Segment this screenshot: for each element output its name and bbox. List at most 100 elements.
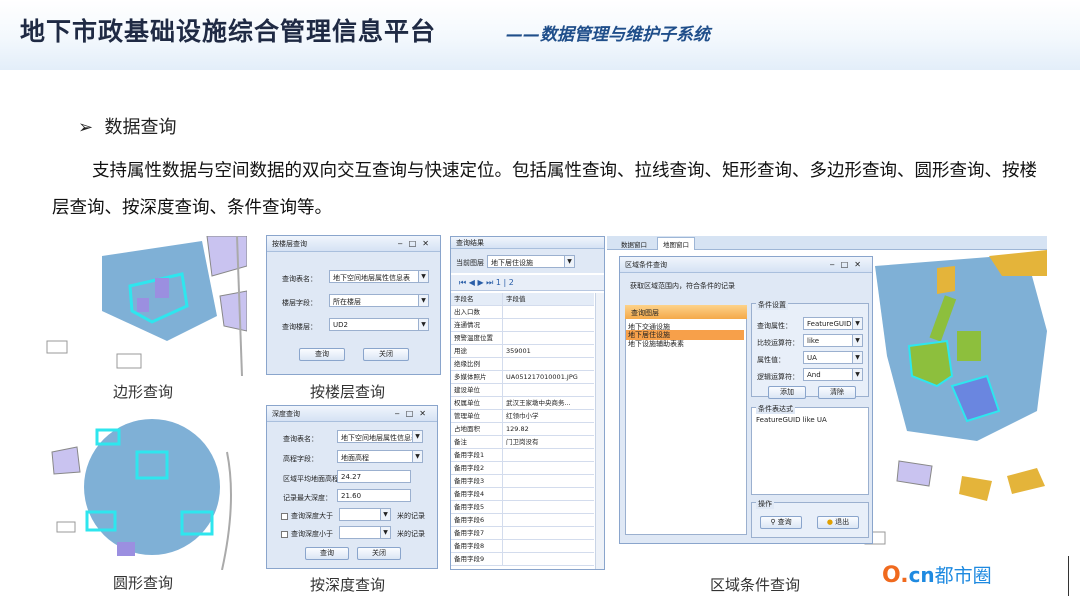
exit-button[interactable]: ● 退出 [817, 516, 859, 529]
field-name-cell: 备用字段8 [451, 540, 503, 552]
table-row[interactable]: 备用字段2 [451, 462, 594, 475]
field-name-cell: 连通情况 [451, 319, 503, 331]
conditions-label: 条件设置 [756, 300, 788, 310]
query-button[interactable]: 查询 [299, 348, 345, 361]
field-name-cell: 建设单位 [451, 384, 503, 396]
max-depth-input[interactable]: 21.60 [337, 489, 411, 502]
table-row[interactable]: 备用字段5 [451, 501, 594, 514]
field-value-cell: UA051217010001.JPG [506, 373, 578, 381]
close-button[interactable]: 关闭 [363, 348, 409, 361]
table-row[interactable]: 管理单位 红领巾小学 [451, 410, 594, 423]
table-row[interactable]: 备用字段3 [451, 475, 594, 488]
query-button[interactable]: ⚲ 查询 [760, 516, 802, 529]
pager[interactable]: ⏮ ◀ ▶ ⏭ 1 | 2 [459, 278, 514, 288]
header-banner: 地下市政基础设施综合管理信息平台 ——数据管理与维护子系统 [0, 0, 1080, 70]
checkbox[interactable] [281, 512, 288, 520]
close-button[interactable]: 关闭 [357, 547, 401, 560]
field-label: 查询属性： [757, 322, 792, 330]
field-value-cell [503, 501, 594, 513]
table-row[interactable]: 建设单位 [451, 384, 594, 397]
table-row[interactable]: 连通情况 [451, 319, 594, 332]
region-query-window: 数据窗口 地图窗口 区域条件查询 ‒□✕ 获取区域范围内，符合条件的记录 查询图层… [607, 236, 1047, 570]
operations-label: 操作 [756, 499, 774, 509]
window-controls-icon[interactable]: ‒□✕ [395, 409, 432, 418]
field-value-cell: 门卫岗没有 [506, 438, 539, 446]
window-controls-icon[interactable]: ‒□✕ [398, 239, 435, 248]
depth-less-checkbox[interactable]: 查询深度小于 [281, 529, 333, 539]
chevron-down-icon[interactable]: ▼ [418, 271, 428, 282]
avg-elevation-input[interactable]: 24.27 [337, 470, 411, 483]
field-name-cell: 权属单位 [451, 397, 503, 409]
query-button[interactable]: 查询 [305, 547, 349, 560]
floor-select[interactable]: UD2 ▼ [329, 318, 429, 331]
layer-item[interactable]: 地下设施辅助表素 [628, 339, 684, 349]
table-row[interactable]: 出入口数 [451, 306, 594, 319]
table-row[interactable]: 权属单位 武汉王家墩中央商务... [451, 397, 594, 410]
chevron-down-icon[interactable]: ▼ [418, 295, 428, 306]
depth-greater-input[interactable]: ▼ [339, 508, 391, 521]
scrollbar[interactable] [595, 293, 604, 569]
chevron-down-icon[interactable]: ▼ [418, 319, 428, 330]
field-value-cell [503, 319, 594, 331]
table-row[interactable]: 备用字段8 [451, 540, 594, 553]
field-value-cell: 武汉王家墩中央商务... [506, 399, 571, 407]
chevron-down-icon[interactable]: ▼ [852, 369, 862, 380]
attribute-select[interactable]: FeatureGUID ▼ [803, 317, 863, 330]
field-name-cell: 管理单位 [451, 410, 503, 422]
field-value-cell: 红领巾小学 [506, 412, 539, 420]
dialog-title: 按楼层查询 [272, 239, 307, 248]
checkbox[interactable] [281, 530, 288, 538]
table-row[interactable]: 备用字段4 [451, 488, 594, 501]
field-label: 查询表名： [282, 275, 317, 283]
field-value-cell: 359001 [506, 347, 531, 355]
chevron-down-icon[interactable]: ▼ [380, 509, 390, 520]
logic-select[interactable]: And ▼ [803, 368, 863, 381]
page-number[interactable]: 1 [496, 278, 501, 287]
add-button[interactable]: 添加 [768, 386, 806, 399]
field-label: 查询表名： [283, 435, 318, 443]
field-name-cell: 占地面积 [451, 423, 503, 435]
exit-icon: ● [826, 518, 836, 526]
table-row[interactable]: 多媒体照片 UA051217010001.JPG [451, 371, 594, 384]
field-name-cell: 备用字段5 [451, 501, 503, 513]
field-value-cell [503, 514, 594, 526]
field-label: 比较运算符： [757, 339, 799, 347]
floor-field-select[interactable]: 所在楼层 ▼ [329, 294, 429, 307]
field-name-cell: 备用字段3 [451, 475, 503, 487]
floor-query-dialog: 按楼层查询 ‒□✕ 查询表名： 地下空间地层属性信息表 ▼ 楼层字段： 所在楼层 ▼ … [266, 235, 441, 375]
layer-select[interactable]: 地下居住设施 ▼ [487, 255, 575, 268]
value-select[interactable]: UA ▼ [803, 351, 863, 364]
operator-select[interactable]: like ▼ [803, 334, 863, 347]
expression-textarea[interactable]: FeatureGUID like UA [756, 416, 827, 424]
chevron-down-icon[interactable]: ▼ [412, 451, 422, 462]
chevron-down-icon[interactable]: ▼ [380, 527, 390, 538]
table-row[interactable]: 预警温度位置 [451, 332, 594, 345]
field-value-cell [503, 475, 594, 487]
elevation-field-select[interactable]: 地面高程 ▼ [337, 450, 423, 463]
table-name-select[interactable]: 地下空间地层属性信息表 ▼ [337, 430, 423, 443]
expression-label: 条件表达式 [756, 404, 795, 414]
table-row[interactable]: 备用字段9 [451, 553, 594, 566]
depth-greater-checkbox[interactable]: 查询深度大于 [281, 511, 333, 521]
depth-less-input[interactable]: ▼ [339, 526, 391, 539]
field-value-cell [503, 553, 594, 565]
chevron-down-icon[interactable]: ▼ [852, 318, 862, 329]
unit-suffix: 米的记录 [397, 530, 425, 538]
field-value-cell [503, 384, 594, 396]
table-row[interactable]: 绝缘比例 [451, 358, 594, 371]
table-row[interactable]: 用途 359001 [451, 345, 594, 358]
table-row[interactable]: 备注 门卫岗没有 [451, 436, 594, 449]
chevron-down-icon[interactable]: ▼ [564, 256, 574, 267]
table-name-select[interactable]: 地下空间地层属性信息表 ▼ [329, 270, 429, 283]
table-row[interactable]: 备用字段1 [451, 449, 594, 462]
field-name-cell: 出入口数 [451, 306, 503, 318]
clear-button[interactable]: 清除 [818, 386, 856, 399]
window-controls-icon[interactable]: ‒□✕ [830, 260, 867, 269]
chevron-down-icon[interactable]: ▼ [852, 352, 862, 363]
table-row[interactable]: 备用字段6 [451, 514, 594, 527]
chevron-down-icon[interactable]: ▼ [852, 335, 862, 346]
table-row[interactable]: 备用字段7 [451, 527, 594, 540]
caption-region: 区域条件查询 [710, 576, 801, 594]
table-row[interactable]: 占地面积 129.82 [451, 423, 594, 436]
chevron-down-icon[interactable]: ▼ [412, 431, 422, 442]
